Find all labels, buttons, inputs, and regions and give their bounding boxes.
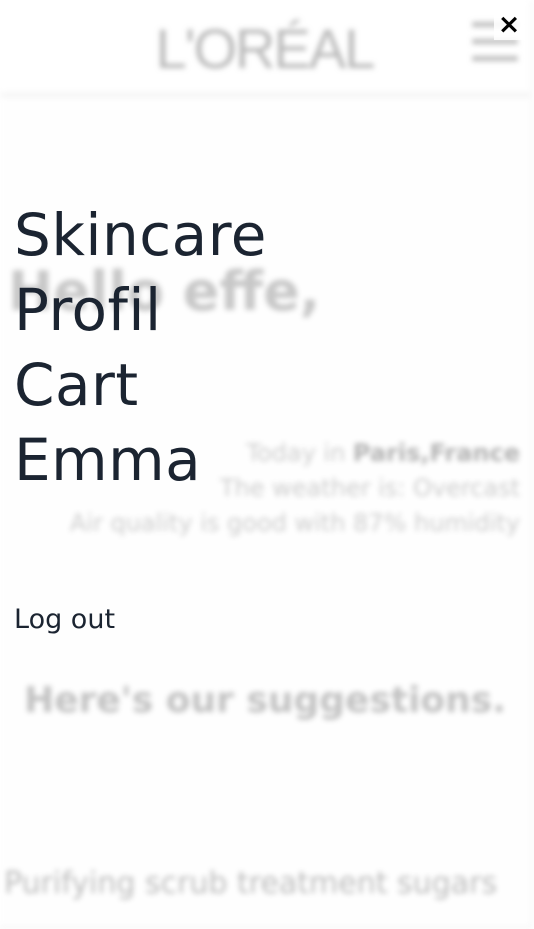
menu-item-skincare[interactable]: Skincare — [14, 198, 267, 273]
navigation-menu: × Skincare Profil Cart Emma Log out — [0, 0, 534, 929]
menu-item-profil[interactable]: Profil — [14, 273, 267, 348]
logout-link[interactable]: Log out — [14, 604, 115, 635]
menu-item-cart[interactable]: Cart — [14, 348, 267, 423]
menu-item-user[interactable]: Emma — [14, 423, 267, 498]
menu-list: Skincare Profil Cart Emma — [14, 198, 267, 498]
close-icon[interactable]: × — [494, 8, 524, 40]
